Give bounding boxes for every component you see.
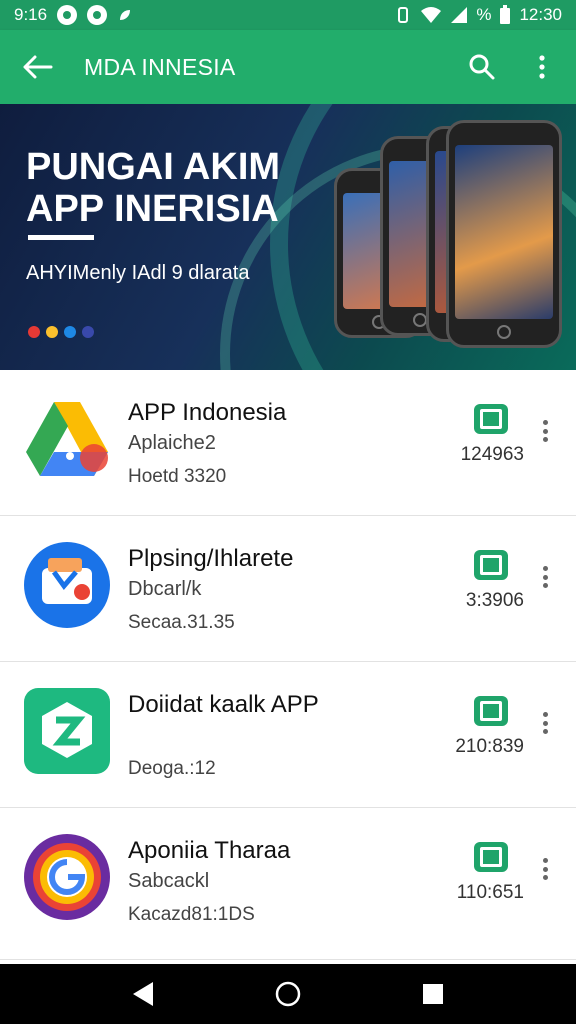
- phone-image: [446, 120, 562, 348]
- promo-banner[interactable]: PUNGAI AKIM APP INERISIA AHYIMenly IAdl …: [0, 104, 576, 370]
- app-title: APP Indonesia: [128, 399, 287, 426]
- arrow-left-icon[interactable]: [22, 51, 54, 83]
- install-icon[interactable]: [474, 404, 508, 434]
- google-drive-icon: [24, 396, 110, 482]
- list-item[interactable]: Plpsing/Ihlarete Dbcarl/k Secaa.31.35 3:…: [0, 516, 576, 662]
- banner-dot[interactable]: [64, 326, 76, 338]
- more-vert-icon[interactable]: [532, 854, 558, 884]
- install-icon[interactable]: [474, 550, 508, 580]
- banner-dot[interactable]: [46, 326, 58, 338]
- list-item[interactable]: Doiidat kaalk APP Deoga.:12 210:839: [0, 662, 576, 808]
- more-vert-icon[interactable]: [532, 416, 558, 446]
- install-icon[interactable]: [474, 696, 508, 726]
- more-vert-icon[interactable]: [532, 708, 558, 738]
- app-title: Aponiia Tharaa: [128, 837, 291, 864]
- nav-back-icon[interactable]: [119, 970, 167, 1018]
- install-icon[interactable]: [474, 842, 508, 872]
- banner-title: PUNGAI AKIM APP INERISIA: [26, 146, 281, 230]
- wallet-icon: [24, 542, 110, 628]
- app-meta: Secaa.31.35: [128, 612, 235, 633]
- notification-icon: [57, 5, 78, 25]
- nav-recents-icon[interactable]: [409, 970, 457, 1018]
- vibrate-icon: [398, 7, 409, 23]
- banner-dot[interactable]: [28, 326, 40, 338]
- battery-icon: [500, 5, 511, 24]
- app-subtitle: Aplaiche2: [128, 432, 216, 454]
- nav-home-icon[interactable]: [264, 970, 312, 1018]
- app-meta: Kacazd81:1DS: [128, 904, 255, 925]
- app-size: 110:651: [456, 882, 524, 903]
- battery-percent: %: [476, 5, 492, 24]
- app-bar-actions: [466, 51, 558, 83]
- status-left: 9:16: [14, 5, 133, 25]
- google-circle-icon: [24, 834, 110, 920]
- leaf-icon: [120, 10, 131, 20]
- banner-page-dots: [28, 326, 94, 338]
- list-item[interactable]: APP Indonesia Aplaiche2 Hoetd 3320 12496…: [0, 370, 576, 516]
- hexagon-logo-icon: [24, 688, 110, 774]
- more-vert-icon[interactable]: [526, 51, 558, 83]
- app-title: Plpsing/Ihlarete: [128, 545, 294, 572]
- app-meta: Deoga.:12: [128, 758, 216, 779]
- status-clock: 12:30: [519, 5, 562, 24]
- status-time: 9:16: [14, 5, 48, 24]
- app-meta: Hoetd 3320: [128, 466, 227, 487]
- search-icon[interactable]: [466, 51, 498, 83]
- app-title: Doiidat kaalk APP: [128, 691, 319, 718]
- system-nav-bar: [0, 964, 576, 1024]
- banner-divider: [28, 235, 94, 240]
- app-size: 3:3906: [465, 590, 524, 611]
- wifi-icon: [421, 7, 442, 23]
- page-title: MDA INNESIA: [84, 53, 236, 80]
- app-size: 210:839: [455, 736, 524, 757]
- app-subtitle: Dbcarl/k: [128, 578, 202, 600]
- app-size: 124963: [460, 444, 524, 465]
- status-bar: 9:16 % 12:30: [0, 0, 576, 30]
- banner-dot[interactable]: [82, 326, 94, 338]
- list-item[interactable]: Aponiia Tharaa Sabcackl Kacazd81:1DS 110…: [0, 808, 576, 960]
- more-vert-icon[interactable]: [532, 562, 558, 592]
- banner-subtitle: AHYIMenly IAdl 9 dlarata: [26, 262, 250, 284]
- app-subtitle: Sabcackl: [128, 870, 210, 892]
- status-right: % 12:30: [394, 5, 562, 25]
- check-icon: [87, 5, 108, 25]
- app-bar: MDA INNESIA: [0, 30, 576, 104]
- signal-icon: [451, 7, 468, 23]
